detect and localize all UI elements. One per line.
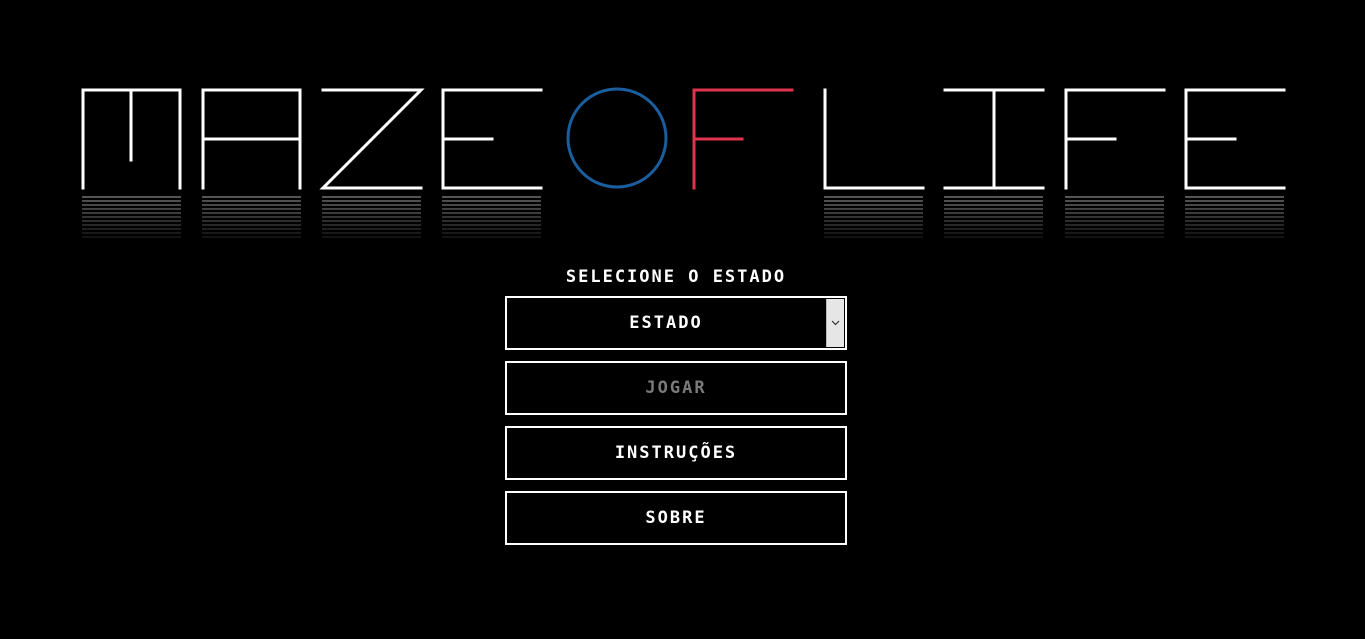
logo-letter-e2 bbox=[1184, 88, 1286, 190]
logo-reflection bbox=[82, 196, 1284, 240]
chevron-down-icon[interactable] bbox=[826, 299, 844, 347]
state-form: SELECIONE O ESTADO ESTADO JOGAR INSTRUÇÕ… bbox=[505, 262, 847, 556]
about-button[interactable]: SOBRE bbox=[505, 491, 847, 545]
instructions-button[interactable]: INSTRUÇÕES bbox=[505, 426, 847, 480]
state-prompt: SELECIONE O ESTADO bbox=[565, 267, 787, 287]
logo-letter-f bbox=[1064, 88, 1166, 190]
state-select-value: ESTADO bbox=[629, 313, 703, 333]
logo-letter-o bbox=[566, 87, 668, 189]
logo-letter-z bbox=[319, 88, 425, 190]
logo-letter-f-red bbox=[692, 88, 794, 190]
state-select[interactable]: ESTADO bbox=[505, 296, 847, 350]
play-button[interactable]: JOGAR bbox=[505, 361, 847, 415]
game-logo bbox=[81, 87, 1286, 240]
logo-letter-i bbox=[943, 88, 1045, 190]
logo-letter-a bbox=[201, 88, 302, 190]
logo-letter-e bbox=[441, 88, 543, 190]
logo-letter-l bbox=[823, 88, 925, 190]
logo-letter-m bbox=[81, 88, 182, 190]
main-menu: SELECIONE O ESTADO ESTADO JOGAR INSTRUÇÕ… bbox=[0, 0, 1365, 639]
